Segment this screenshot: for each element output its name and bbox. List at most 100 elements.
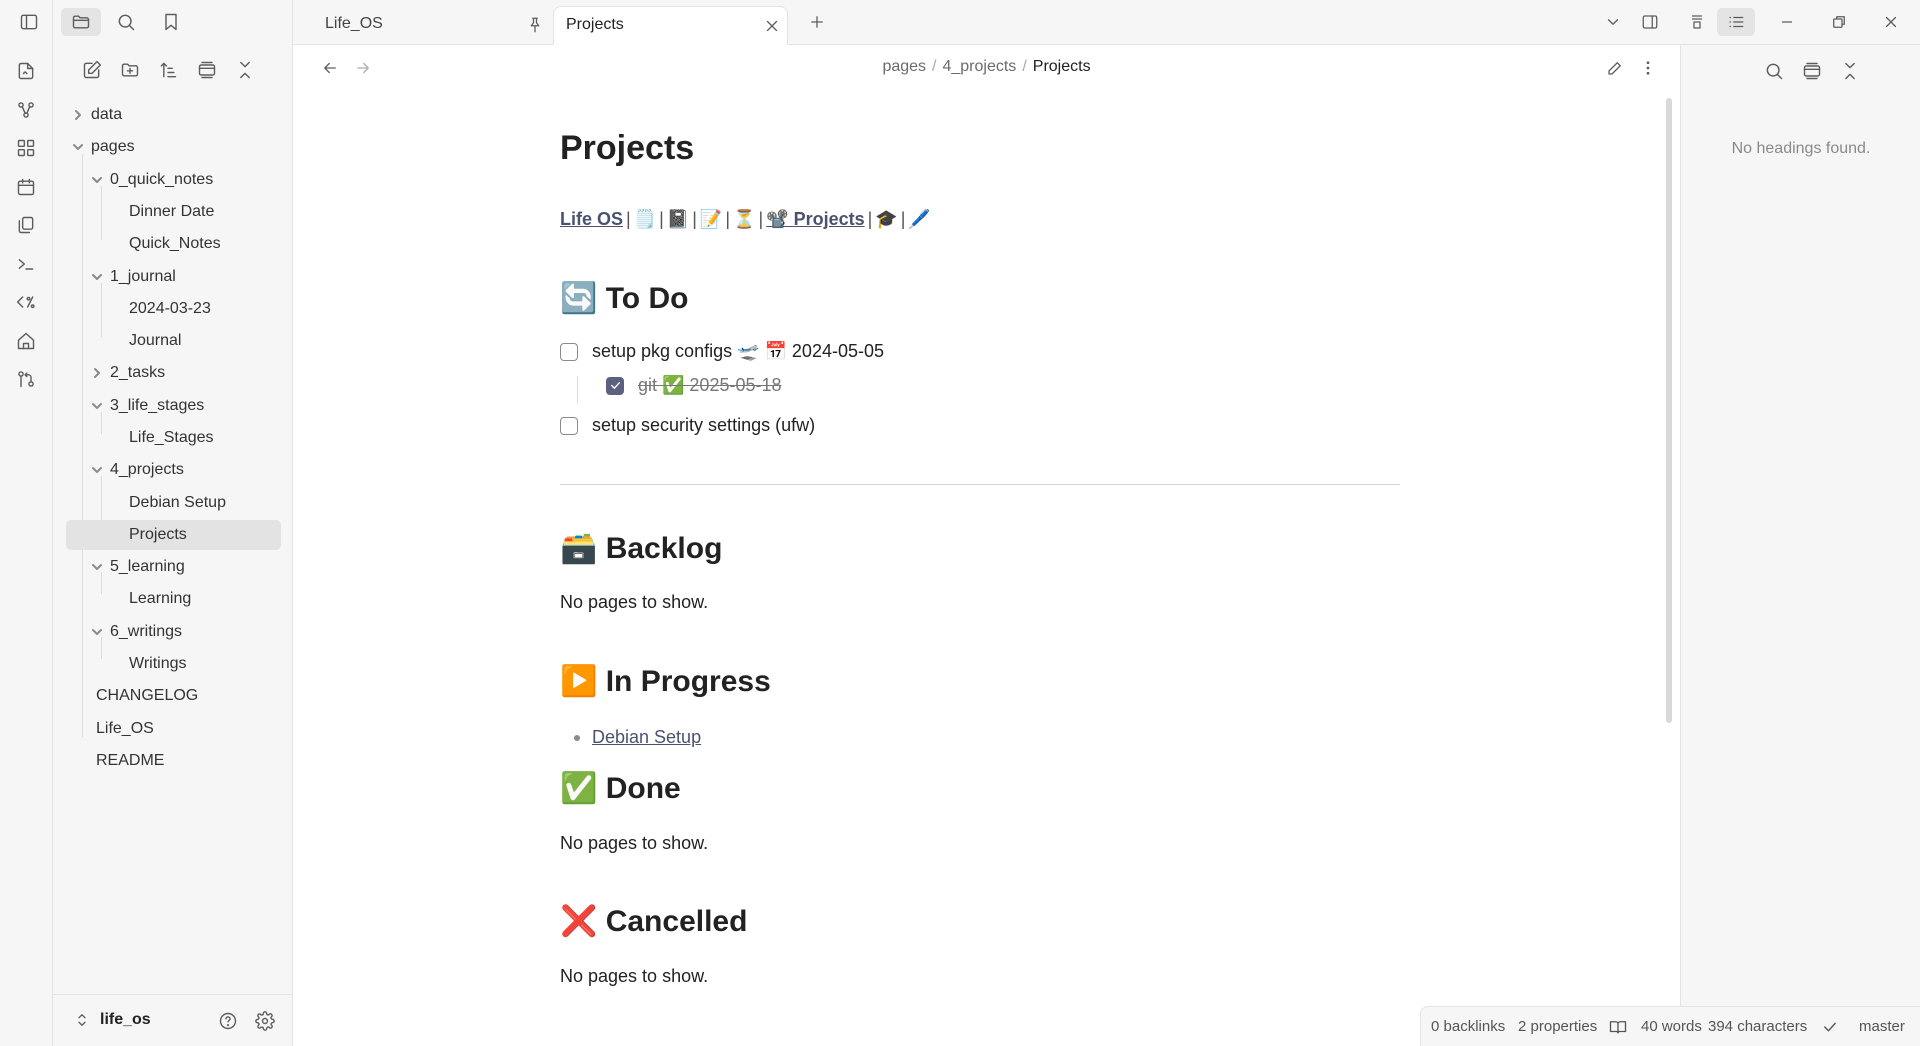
git-source-control-icon[interactable] [12,365,40,393]
journal-emoji[interactable]: 📓 [667,209,689,229]
open-quick-switcher-icon[interactable] [12,57,40,85]
new-folder-icon[interactable] [116,56,144,84]
file-item-selected[interactable]: Projects [66,520,281,550]
task-item-done: git ✅ 2025-05-18 [606,375,782,396]
edit-mode-pencil-icon[interactable] [1601,54,1629,82]
file-item[interactable]: Dinner Date [129,197,281,227]
folder-item[interactable]: 1_journal [90,262,281,292]
file-item[interactable]: Learning [129,584,281,614]
toggle-right-sidebar-icon[interactable] [1636,8,1664,36]
new-note-icon[interactable] [78,56,106,84]
learning-emoji[interactable]: 🎓 [875,209,897,229]
tasks-emoji[interactable]: 📝 [700,209,722,229]
file-item[interactable]: Writings [129,649,281,679]
file-item[interactable]: Quick_Notes [129,229,281,259]
auto-reveal-icon[interactable] [193,56,221,84]
vault-switcher-icon[interactable] [73,1011,91,1029]
file-item[interactable]: 2024-03-23 [129,294,281,324]
breadcrumb-current[interactable]: Projects [1033,58,1091,75]
breadcrumb-4-projects[interactable]: 4_projects [942,58,1016,75]
backlinks-count[interactable]: 0 backlinks [1431,1018,1505,1035]
search-tab-icon[interactable] [106,8,146,36]
heading-cancelled[interactable]: ❌ Cancelled [560,904,747,939]
folder-item[interactable]: 5_learning [90,552,281,582]
tree-label: Journal [129,332,182,349]
folder-item[interactable]: 3_life_stages [90,391,281,421]
tab-life-os[interactable]: Life_OS [293,6,551,45]
task-text[interactable]: setup security settings (ufw) [592,415,815,436]
vault-bar: life_os [53,994,293,1046]
close-tab-icon[interactable] [763,17,781,35]
auto-expand-icon[interactable] [1798,57,1826,85]
templater-icon[interactable] [12,288,40,316]
collapse-all-icon[interactable] [1836,57,1864,85]
folder-item[interactable]: 6_writings [90,617,281,647]
sort-order-icon[interactable] [154,56,182,84]
file-item[interactable]: Life_OS [96,714,281,744]
breadcrumb-pages[interactable]: pages [882,58,926,75]
note-title[interactable]: Projects [560,129,694,168]
file-item[interactable]: Debian Setup [129,488,281,518]
heading-in-progress[interactable]: ▶️ In Progress [560,664,771,699]
toggle-sidebar-icon[interactable] [15,8,43,36]
vault-name[interactable]: life_os [100,1011,151,1029]
reading-view-book-icon[interactable] [1609,1018,1627,1036]
close-window-icon[interactable] [1877,8,1905,36]
file-item[interactable]: Journal [129,326,281,356]
properties-count[interactable]: 2 properties [1518,1018,1597,1035]
sync-check-icon[interactable] [1821,1018,1839,1036]
task-text[interactable]: setup pkg configs 🛫 📅 2024-05-05 [592,341,884,362]
terminal-icon[interactable] [12,250,40,278]
quick-notes-emoji[interactable]: 🗒️ [634,209,656,229]
task-checkbox[interactable] [560,416,578,435]
separator: | [900,209,906,229]
bookmarks-tab-icon[interactable] [151,8,191,36]
file-item[interactable]: Life_Stages [129,423,281,453]
done-empty-text: No pages to show. [560,833,709,853]
backlinks-panel-icon[interactable] [1683,8,1711,36]
pin-icon[interactable] [526,16,544,34]
folder-item[interactable]: 2_tasks [90,358,281,388]
templates-icon[interactable] [12,211,40,239]
canvas-icon[interactable] [12,134,40,162]
tab-list-chevron-down-icon[interactable] [1599,8,1627,36]
projects-link[interactable]: 📽️ Projects [766,209,864,229]
debian-setup-link[interactable]: Debian Setup [592,727,701,748]
task-text[interactable]: git ✅ 2025-05-18 [638,375,782,396]
file-item[interactable]: CHANGELOG [96,681,281,711]
folder-item[interactable]: 0_quick_notes [90,165,281,195]
separator: | [725,209,731,229]
new-tab-plus-icon[interactable] [803,8,831,36]
tab-projects[interactable]: Projects [553,6,788,45]
file-item[interactable]: README [96,746,281,776]
tree-label: 2024-03-23 [129,300,211,317]
outline-panel-list-icon[interactable] [1717,8,1755,36]
life-os-link[interactable]: Life OS [560,209,623,229]
files-tab-folder-icon[interactable] [61,8,101,36]
git-branch[interactable]: master [1859,1018,1905,1035]
homepage-icon[interactable] [12,327,40,355]
restore-window-icon[interactable] [1825,8,1853,36]
task-checkbox[interactable] [560,342,578,361]
heading-done[interactable]: ✅ Done [560,771,681,806]
minimize-window-icon[interactable] [1773,8,1801,36]
indent-guide [577,376,578,404]
heading-emoji: 🔄 [560,282,598,315]
folder-item[interactable]: 4_projects [90,455,281,485]
help-icon[interactable] [216,1009,240,1033]
graph-view-icon[interactable] [12,96,40,124]
search-outline-icon[interactable] [1760,57,1788,85]
heading-to-do[interactable]: 🔄 To Do [560,281,688,316]
folder-item[interactable]: data [71,100,281,130]
heading-backlog[interactable]: 🗃️ Backlog [560,531,722,566]
task-checkbox-checked[interactable] [606,376,624,395]
chevron-right-icon [90,366,104,380]
folder-item[interactable]: pages [71,132,281,162]
writings-emoji[interactable]: 🖊️ [908,209,930,229]
settings-gear-icon[interactable] [253,1009,277,1033]
editor-scrollbar[interactable] [1666,98,1672,723]
collapse-all-icon[interactable] [231,56,259,84]
more-options-icon[interactable] [1634,54,1662,82]
life-stages-emoji[interactable]: ⏳ [733,209,755,229]
daily-note-calendar-icon[interactable] [12,173,40,201]
